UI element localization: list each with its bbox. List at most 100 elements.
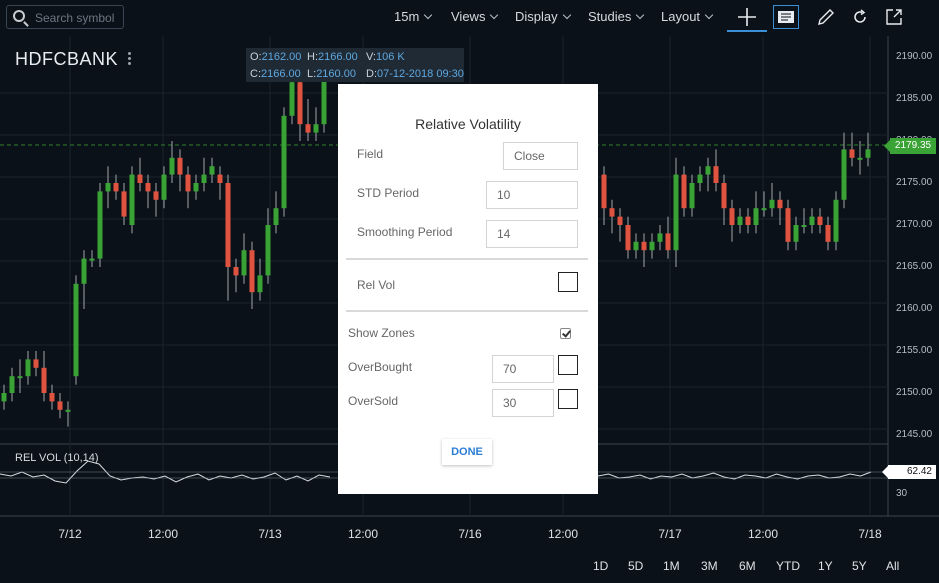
oversold-input[interactable]: 30 xyxy=(492,389,554,417)
top-toolbar: 15m Views Display Studies Layout xyxy=(0,0,939,36)
candle xyxy=(633,241,639,251)
candle xyxy=(241,250,247,276)
search-input[interactable] xyxy=(33,9,125,27)
candle xyxy=(217,174,223,183)
overbought-color-swatch[interactable] xyxy=(558,355,578,375)
range-button-all[interactable]: All xyxy=(886,559,899,573)
range-button-ytd[interactable]: YTD xyxy=(776,559,800,573)
oversold-label: OverSold xyxy=(348,394,399,408)
open-label: O: xyxy=(250,51,262,63)
oversold-color-swatch[interactable] xyxy=(558,389,578,409)
relvol-color-swatch[interactable] xyxy=(558,272,578,292)
range-button-1y[interactable]: 1Y xyxy=(818,559,833,573)
relvol-color-label: Rel Vol xyxy=(357,278,396,292)
interval-menu[interactable]: 15m xyxy=(394,9,433,24)
search-box[interactable] xyxy=(6,5,125,29)
price-axis-tick: 2155.00 xyxy=(896,345,933,356)
relvol-value-tag: 62.42 xyxy=(882,465,936,479)
candle xyxy=(713,166,719,183)
candle xyxy=(9,376,15,393)
range-button-6m[interactable]: 6M xyxy=(739,559,756,573)
crosshair-active-indicator xyxy=(727,30,767,32)
price-axis-tick: 2160.00 xyxy=(896,303,933,314)
std-period-input[interactable]: 10 xyxy=(486,181,578,209)
date-value: 07-12-2018 09:30 xyxy=(377,68,464,80)
volume-label: V: xyxy=(366,51,376,63)
display-menu[interactable]: Display xyxy=(515,9,571,24)
ohlc-tooltip: O:2162.00 H:2166.00 V:106 K C:2166.00 L:… xyxy=(246,48,464,82)
crosshair-button[interactable] xyxy=(734,5,760,29)
range-button-5d[interactable]: 5D xyxy=(628,559,643,573)
close-value: 2166.00 xyxy=(261,68,301,80)
show-zones-checkbox[interactable] xyxy=(560,328,571,339)
candle xyxy=(673,174,679,251)
smoothing-period-label: Smoothing Period xyxy=(357,225,453,239)
views-menu[interactable]: Views xyxy=(451,9,499,24)
candle xyxy=(249,250,255,293)
candle xyxy=(89,258,95,261)
overbought-label: OverBought xyxy=(348,360,413,374)
studies-menu[interactable]: Studies xyxy=(588,9,645,24)
candle xyxy=(625,225,631,251)
field-label: Field xyxy=(357,147,384,161)
low-label: L: xyxy=(307,68,317,80)
legend-button[interactable] xyxy=(773,5,799,29)
candle xyxy=(825,225,831,242)
open-value: 2162.00 xyxy=(261,51,302,63)
refresh-button[interactable] xyxy=(847,5,873,29)
candle xyxy=(105,183,111,192)
chevron-down-icon xyxy=(636,10,645,20)
pencil-icon xyxy=(818,9,834,25)
high-label: H: xyxy=(307,51,318,63)
candle xyxy=(617,216,623,225)
candle xyxy=(33,359,39,368)
price-axis-tick: 2150.00 xyxy=(896,387,933,398)
candle xyxy=(273,208,279,225)
std-period-label: STD Period xyxy=(357,186,420,200)
candle xyxy=(809,216,815,225)
candle xyxy=(857,157,863,160)
candle xyxy=(649,241,655,251)
candle xyxy=(137,174,143,183)
done-button[interactable]: DONE xyxy=(442,439,492,465)
candle xyxy=(225,183,231,267)
overbought-input[interactable]: 70 xyxy=(492,355,554,383)
range-button-1d[interactable]: 1D xyxy=(593,559,608,573)
price-axis-tick: 2190.00 xyxy=(896,51,933,62)
layout-label: Layout xyxy=(661,9,701,24)
vertical-dots-icon[interactable] xyxy=(128,52,132,68)
candle xyxy=(25,359,31,377)
candle xyxy=(601,174,607,209)
candle xyxy=(209,166,215,175)
field-select[interactable]: Close xyxy=(503,142,578,170)
date-label: D: xyxy=(366,68,377,80)
search-icon xyxy=(13,10,25,22)
range-button-5y[interactable]: 5Y xyxy=(852,559,867,573)
range-button-3m[interactable]: 3M xyxy=(701,559,718,573)
candle xyxy=(177,157,183,175)
chevron-down-icon xyxy=(704,10,714,20)
candle xyxy=(201,174,207,183)
price-axis-tick: 2165.00 xyxy=(896,261,933,272)
symbol-label: HDFCBANK xyxy=(15,49,119,69)
layout-menu[interactable]: Layout xyxy=(661,9,714,24)
price-axis-tick: 2185.00 xyxy=(896,93,933,104)
candle xyxy=(41,367,47,393)
refresh-icon xyxy=(854,9,866,23)
time-axis-label: 7/16 xyxy=(458,527,482,541)
range-button-1m[interactable]: 1M xyxy=(663,559,680,573)
candle xyxy=(785,208,791,242)
crosshair-icon xyxy=(738,8,756,26)
candle xyxy=(641,241,647,251)
share-button[interactable] xyxy=(881,5,907,29)
smoothing-period-input[interactable]: 14 xyxy=(486,220,578,248)
candle xyxy=(169,157,175,175)
divider xyxy=(346,258,588,260)
draw-button[interactable] xyxy=(813,5,839,29)
time-axis-label: 7/17 xyxy=(658,527,682,541)
relvol-study-label[interactable]: REL VOL (10,14) xyxy=(15,452,99,464)
candle xyxy=(81,258,87,284)
candle xyxy=(729,208,735,225)
candle xyxy=(161,174,167,200)
close-label: C: xyxy=(250,68,261,80)
